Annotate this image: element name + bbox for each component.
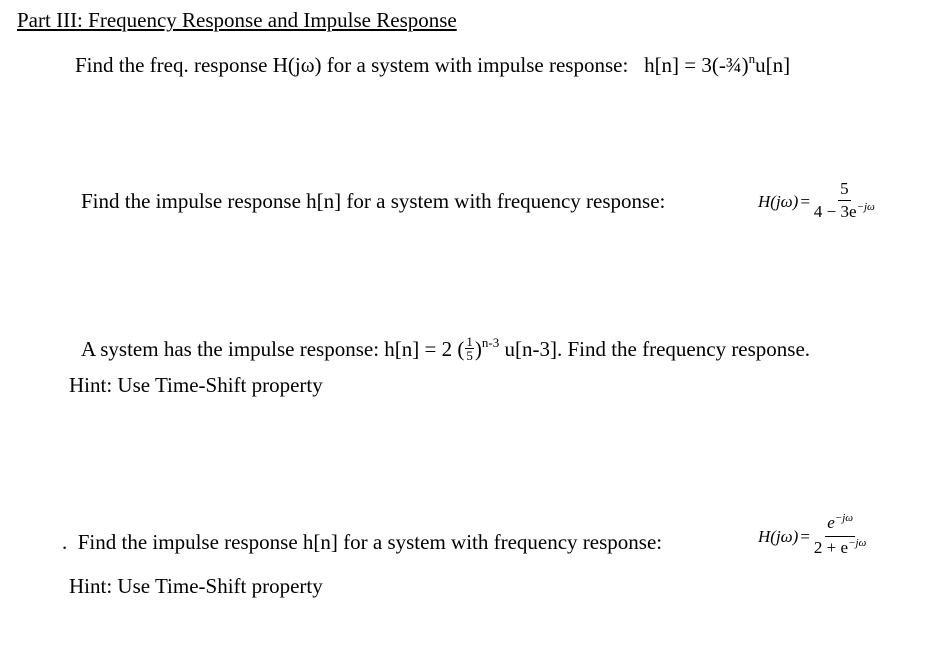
fraction: 5 4 − 3e−jω — [812, 179, 877, 224]
problem-4-equation: H(jω) = e−jω 2 + e−jω — [758, 512, 868, 560]
problem-1-text: Find the freq. response H(jω) for a syst… — [75, 53, 629, 77]
bullet: . — [62, 530, 68, 554]
problem-4: . Find the impulse response h[n] for a s… — [62, 530, 662, 555]
denominator-base: 4 − 3e — [813, 202, 857, 221]
equation-lhs: H(jω) — [758, 526, 799, 546]
problem-3-suffix: u[n-3]. Find the frequency response. — [499, 337, 811, 361]
problem-3-hint: Hint: Use Time-Shift property — [69, 373, 323, 397]
equals-sign: = — [800, 191, 810, 211]
fraction-numerator: 1 — [465, 333, 474, 349]
equals-sign: = — [800, 526, 810, 546]
denominator-exponent: −jω — [856, 201, 875, 213]
numerator-base: e — [827, 513, 835, 532]
section-title: Part III: Frequency Response and Impulse… — [17, 8, 457, 32]
problem-4-text: Find the impulse response h[n] for a sys… — [77, 530, 663, 554]
problem-3-text: A system has the impulse response: h[n] … — [81, 337, 465, 361]
problem-3: A system has the impulse response: h[n] … — [81, 335, 811, 365]
fraction-numerator: 5 — [838, 179, 851, 201]
fraction: e−jω 2 + e−jω — [812, 512, 868, 560]
problem-1-equation: h[n] = 3(-¾)nu[n] — [644, 51, 791, 77]
problem-2-equation: H(jω) = 5 4 − 3e−jω — [758, 179, 877, 224]
numerator-exponent: −jω — [834, 512, 854, 524]
problem-2-text: Find the impulse response h[n] for a sys… — [81, 189, 666, 213]
equation-suffix: u[n] — [755, 53, 791, 77]
fraction-denominator: 4 − 3e−jω — [812, 201, 877, 224]
equation-exponent: n — [748, 51, 756, 66]
fraction-numerator: e−jω — [825, 512, 856, 537]
one-fifth-fraction: 15 — [465, 335, 474, 362]
equation-lhs: H(jω) — [758, 191, 799, 211]
equation-exponent: n-3 — [481, 335, 500, 350]
problem-1: Find the freq. response H(jω) for a syst… — [75, 51, 791, 78]
close-paren: ) — [474, 337, 482, 361]
equation-base: h[n] = 3(-¾) — [644, 53, 749, 77]
problem-4-hint: Hint: Use Time-Shift property — [69, 574, 323, 598]
denominator-base: 2 + e — [813, 538, 849, 557]
fraction-denominator: 5 — [466, 347, 473, 363]
denominator-exponent: −jω — [848, 537, 867, 549]
fraction-denominator: 2 + e−jω — [812, 537, 868, 560]
